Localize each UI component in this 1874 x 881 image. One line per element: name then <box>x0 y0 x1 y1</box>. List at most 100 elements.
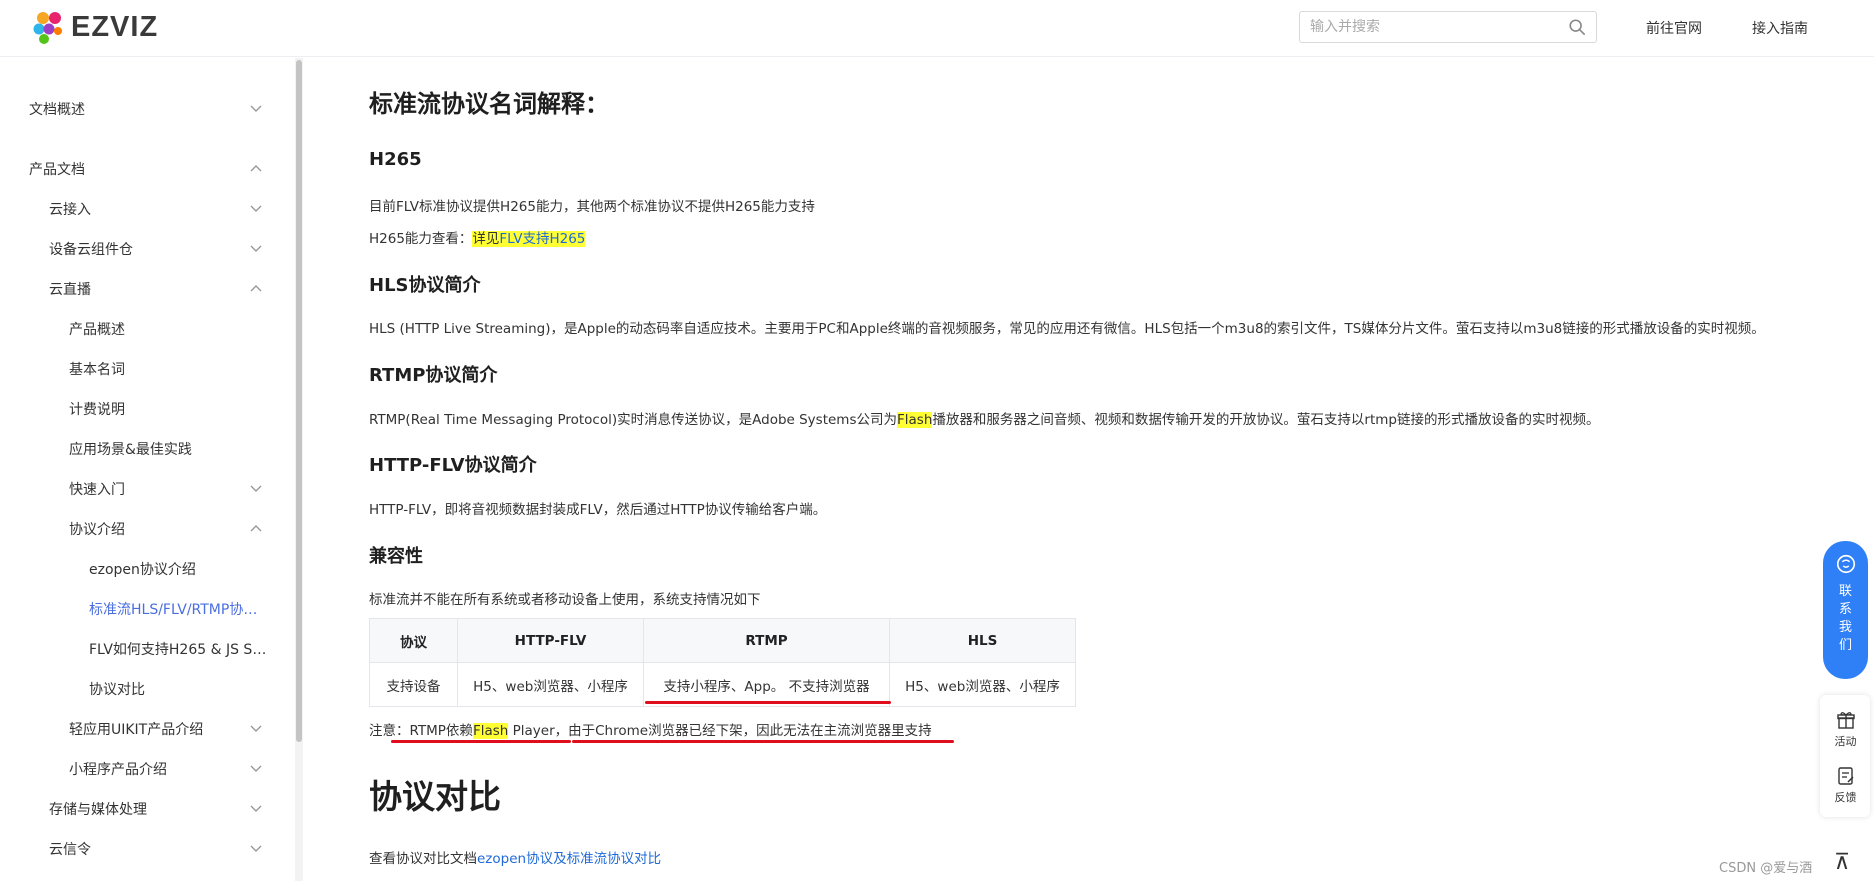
sidebar-item-storage-media[interactable]: 存储与媒体处理 <box>0 792 270 826</box>
sidebar-item-uikit[interactable]: 轻应用UIKIT产品介绍 <box>0 712 270 746</box>
sidebar-item-label: 协议对比 <box>89 682 145 698</box>
hls-paragraph: HLS (HTTP Live Streaming)，是Apple的动态码率自适应… <box>369 321 1765 337</box>
sidebar-item-label: 云接入 <box>49 202 91 218</box>
section-title-hls: HLS协议简介 <box>369 275 481 296</box>
sidebar-item-flv-h265[interactable]: FLV如何支持H265 & JS SD... <box>0 632 270 666</box>
h265-flv-link[interactable]: FLV支持H265 <box>499 231 586 247</box>
sidebar-item-device-cloud[interactable]: 设备云组件仓 <box>0 232 270 266</box>
sidebar-item-cloud-access[interactable]: 云接入 <box>0 192 270 226</box>
sidebar-item-scenarios[interactable]: 应用场景&最佳实践 <box>0 432 270 466</box>
red-underline-annotation <box>645 701 891 704</box>
note-flash-highlight: Flash <box>472 723 509 739</box>
table-cell: 支持小程序、App。 不支持浏览器 <box>643 662 890 707</box>
contact-us-label: 联系我们 <box>1838 584 1852 653</box>
chevron-up-icon <box>250 165 262 172</box>
ezviz-logo[interactable]: EZVIZ <box>31 9 158 45</box>
sidebar-scrollbar-thumb[interactable] <box>296 60 302 742</box>
table-cell: 支持设备 <box>369 662 458 707</box>
h265-link-prefix: H265能力查看： <box>369 231 473 247</box>
nav-access-guide[interactable]: 接入指南 <box>1752 18 1808 38</box>
feedback-icon <box>1837 767 1854 785</box>
rtmp-text-after: 播放器和服务器之间音频、视频和数据传输开发的开放协议。萤石支持以rtmp链接的形… <box>932 412 1600 428</box>
table-header-cell: HLS <box>889 618 1076 663</box>
sidebar-item-miniprogram[interactable]: 小程序产品介绍 <box>0 752 270 786</box>
h265-link-see[interactable]: 详见 <box>472 231 500 247</box>
compare-doc-link[interactable]: ezopen协议及标准流协议对比 <box>477 851 661 867</box>
sidebar: 文档概述 产品文档 云接入 设备云组件仓 云直播 产品概述 基本名词 计费说明 … <box>0 58 300 881</box>
chat-support-icon <box>1836 554 1855 574</box>
page-title: 标准流协议名词解释： <box>369 90 609 118</box>
section-title-h265: H265 <box>369 149 422 170</box>
sidebar-item-label: 轻应用UIKIT产品介绍 <box>69 722 204 738</box>
sidebar-item-quick-start[interactable]: 快速入门 <box>0 472 270 506</box>
chevron-up-icon <box>250 285 262 292</box>
feedback-button[interactable]: 反馈 <box>1823 766 1868 805</box>
compat-note: 注意：RTMP依赖Flash Player，由于Chrome浏览器已经下架，因此… <box>369 719 932 739</box>
table-cell: H5、web浏览器、小程序 <box>457 662 644 707</box>
chevron-down-icon <box>250 245 262 252</box>
search-box[interactable] <box>1299 11 1597 43</box>
sidebar-item-label: 计费说明 <box>69 402 125 418</box>
compat-paragraph: 标准流并不能在所有系统或者移动设备上使用，系统支持情况如下 <box>369 592 761 608</box>
chevron-down-icon <box>250 485 262 492</box>
sidebar-item-label: 快速入门 <box>69 482 125 498</box>
gift-icon <box>1836 712 1855 729</box>
back-to-top-button[interactable]: ⊼ <box>1834 850 1850 875</box>
sidebar-item-doc-overview[interactable]: 文档概述 <box>0 92 270 126</box>
search-input[interactable] <box>1300 12 1550 42</box>
chevron-down-icon <box>250 845 262 852</box>
chevron-up-icon <box>250 525 262 532</box>
chevron-down-icon <box>250 205 262 212</box>
feedback-label: 反馈 <box>1834 791 1857 804</box>
ezviz-logo-icon <box>33 12 62 44</box>
activity-button[interactable]: 活动 <box>1823 710 1868 749</box>
sidebar-item-standard-stream[interactable]: 标准流HLS/FLV/RTMP协议... <box>0 592 270 626</box>
sidebar-item-billing[interactable]: 计费说明 <box>0 392 270 426</box>
section-title-rtmp: RTMP协议简介 <box>369 365 498 386</box>
red-underline-annotation <box>572 740 954 743</box>
contact-us-button[interactable]: 联系我们 <box>1823 541 1868 679</box>
chevron-down-icon <box>250 105 262 112</box>
sidebar-item-label: 设备云组件仓 <box>49 242 133 258</box>
rtmp-text-before: RTMP(Real Time Messaging Protocol)实时消息传送… <box>369 412 897 428</box>
sidebar-item-cloud-signal[interactable]: 云信令 <box>0 832 270 866</box>
sidebar-item-product-docs[interactable]: 产品文档 <box>0 152 270 186</box>
sidebar-item-protocol-compare[interactable]: 协议对比 <box>0 672 270 706</box>
logo-text: EZVIZ <box>71 10 159 43</box>
chevron-down-icon <box>250 805 262 812</box>
sidebar-item-label: ezopen协议介绍 <box>89 562 196 578</box>
chevron-down-icon <box>250 765 262 772</box>
h265-link-paragraph: H265能力查看：详见FLV支持H265 <box>369 227 586 247</box>
sidebar-item-label: 产品文档 <box>29 162 85 178</box>
sidebar-item-protocol-intro[interactable]: 协议介绍 <box>0 512 270 546</box>
sidebar-item-ezopen-protocol[interactable]: ezopen协议介绍 <box>0 552 270 586</box>
sidebar-item-label: 产品概述 <box>69 322 125 338</box>
top-header: EZVIZ 前往官网 接入指南 <box>0 0 1874 57</box>
nav-official-site[interactable]: 前往官网 <box>1646 18 1702 38</box>
rtmp-flash-highlight: Flash <box>897 412 933 428</box>
section-title-compat: 兼容性 <box>369 546 423 567</box>
note-suffix: Player，由于Chrome浏览器已经下架，因此无法在主流浏览器里支持 <box>508 723 932 739</box>
sidebar-item-basic-terms[interactable]: 基本名词 <box>0 352 270 386</box>
table-row: 支持设备 H5、web浏览器、小程序 支持小程序、App。 不支持浏览器 H5、… <box>369 662 1076 707</box>
sidebar-item-label: 存储与媒体处理 <box>49 802 147 818</box>
note-prefix: 注意：RTMP依赖 <box>369 723 473 739</box>
compare-paragraph: 查看协议对比文档ezopen协议及标准流协议对比 <box>369 847 661 867</box>
sidebar-item-label: 标准流HLS/FLV/RTMP协议... <box>89 602 270 618</box>
h265-paragraph: 目前FLV标准协议提供H265能力，其他两个标准协议不提供H265能力支持 <box>369 199 815 215</box>
sidebar-item-label: 小程序产品介绍 <box>69 762 167 778</box>
chevron-down-icon <box>250 725 262 732</box>
compat-table: 协议 HTTP-FLV RTMP HLS 支持设备 H5、web浏览器、小程序 … <box>369 618 1076 707</box>
sidebar-item-cloud-live[interactable]: 云直播 <box>0 272 270 306</box>
sidebar-item-label: 文档概述 <box>29 102 85 118</box>
section-title-protocol-compare: 协议对比 <box>369 777 501 816</box>
table-header-cell: HTTP-FLV <box>457 618 644 663</box>
sidebar-item-label: 应用场景&最佳实践 <box>69 442 192 458</box>
sidebar-item-label: 云信令 <box>49 842 91 858</box>
search-icon[interactable] <box>1568 18 1586 36</box>
table-header-cell: 协议 <box>369 618 458 663</box>
red-underline-annotation <box>391 740 571 743</box>
sidebar-item-product-overview[interactable]: 产品概述 <box>0 312 270 346</box>
rtmp-paragraph: RTMP(Real Time Messaging Protocol)实时消息传送… <box>369 408 1599 428</box>
table-cell: H5、web浏览器、小程序 <box>889 662 1076 707</box>
